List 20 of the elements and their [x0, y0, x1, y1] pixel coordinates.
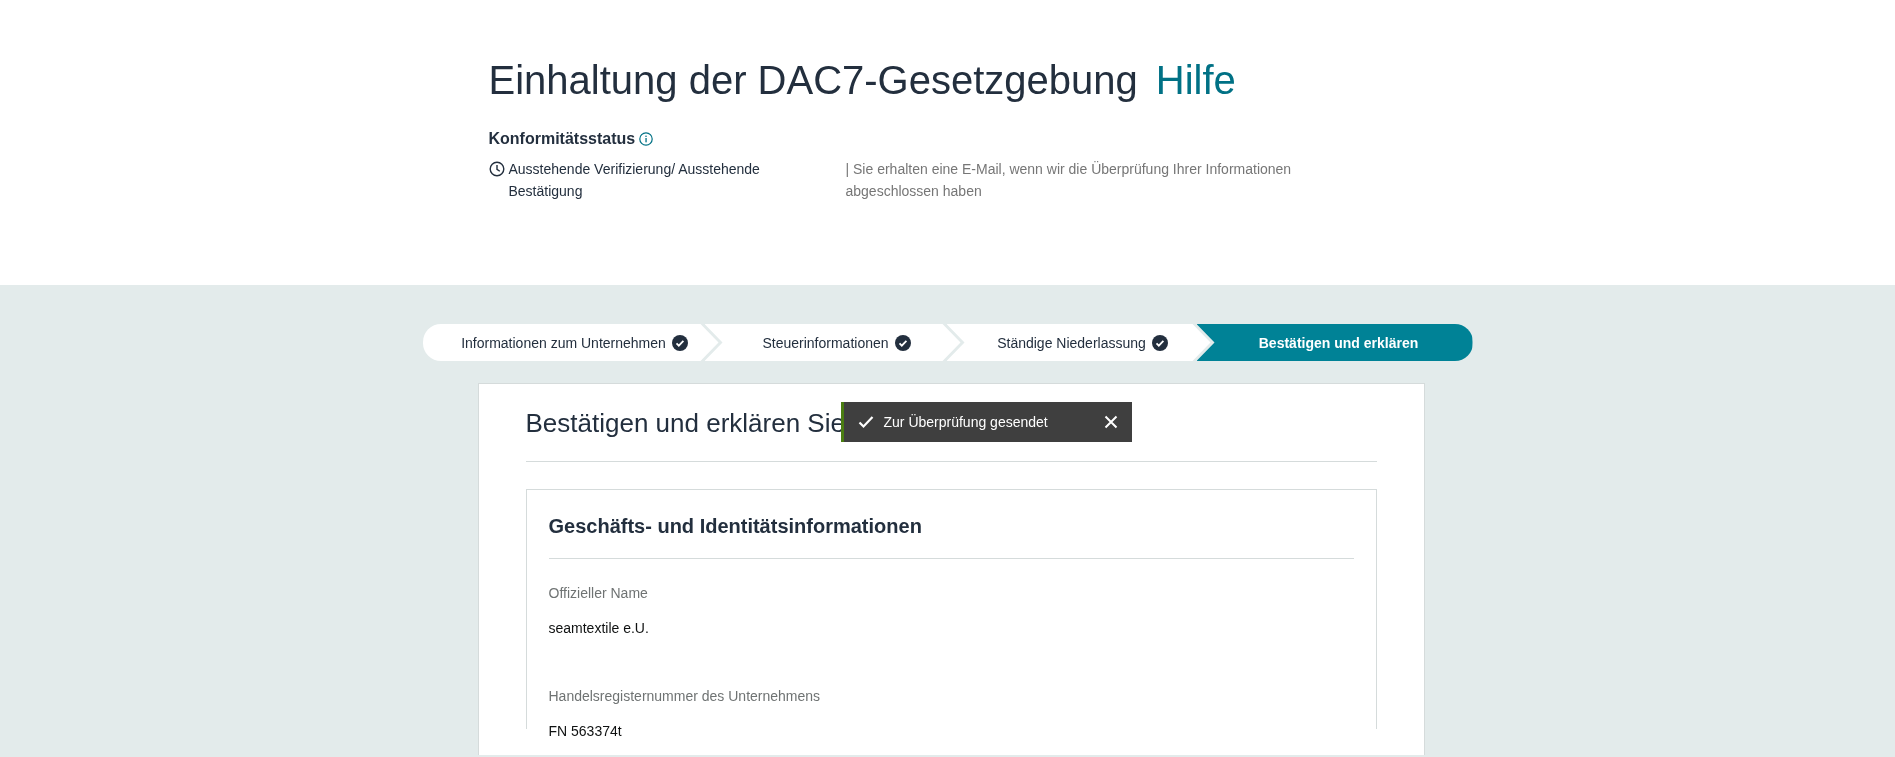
- info-icon[interactable]: [639, 132, 654, 146]
- field-value: FN 563374t: [548, 722, 623, 741]
- step-tab[interactable]: Steuerinformationen: [704, 324, 961, 361]
- status-text: Ausstehende Verifizierung/ Ausstehende Bestätigung: [508, 160, 761, 201]
- help-link[interactable]: Hilfe: [1155, 54, 1236, 106]
- field-label: Offizieller Name: [548, 584, 649, 603]
- status-note: | Sie erhalten eine E-Mail, wenn wir die Überprüfung Ihrer Informationen abgeschlossen haben: [845, 160, 1293, 201]
- field-value: seamtextile e.U.: [548, 619, 650, 638]
- step-tab[interactable]: Ständige Niederlassung: [946, 324, 1211, 361]
- close-icon: [1103, 415, 1118, 429]
- panel-title: Geschäfts- und Identitätsinformationen: [548, 512, 1354, 559]
- toast-text: Zur Überprüfung gesendet: [883, 414, 1049, 430]
- step-tab[interactable]: Informationen zum Unternehmen: [422, 324, 719, 361]
- status-label: Konformitätsstatus: [488, 130, 636, 148]
- checkmark-icon: [857, 415, 874, 429]
- page-title: Einhaltung der DAC7-Gesetzgebung: [488, 57, 1138, 104]
- clock-icon: [488, 161, 505, 177]
- step-tab[interactable]: Bestätigen und erklären: [1196, 324, 1473, 361]
- field-label: Handelsregisternummer des Unternehmens: [548, 687, 822, 706]
- close-button[interactable]: [1103, 415, 1118, 429]
